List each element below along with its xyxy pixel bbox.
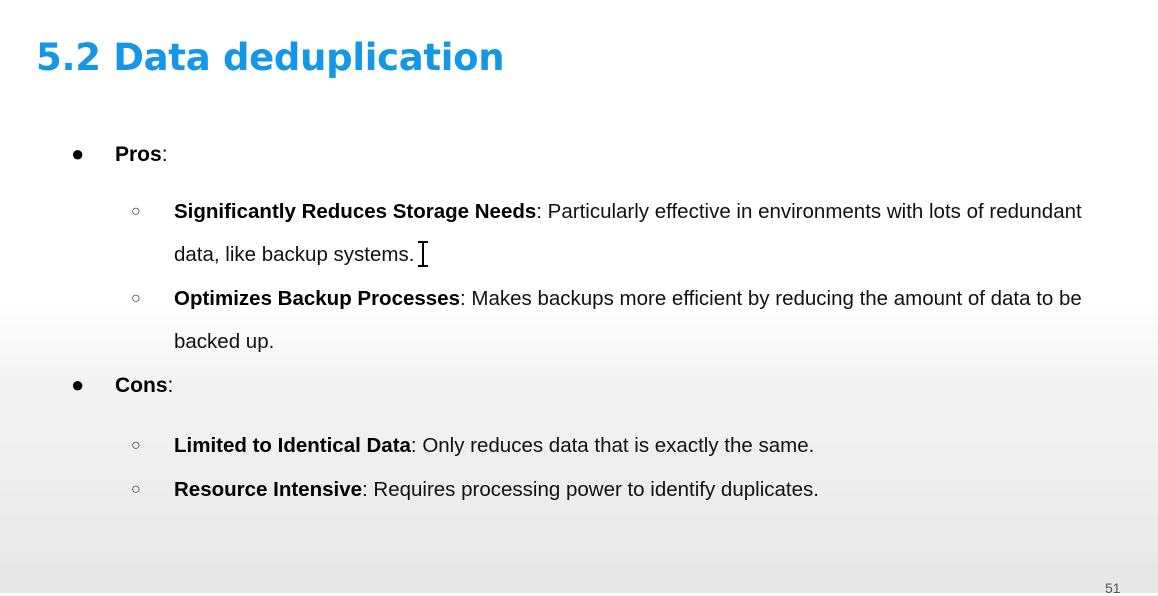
list-item-text: Resource Intensive: Requires processing … (174, 468, 1094, 511)
pros-label-text: Pros (115, 143, 162, 166)
list-item-text: Limited to Identical Data: Only reduces … (174, 424, 1094, 467)
sub-bullet: ○ (131, 437, 141, 454)
pros-label: Pros: (115, 143, 168, 167)
item-term: Limited to Identical Data (174, 434, 411, 457)
pros-label-colon: : (161, 143, 168, 166)
list-item-text: Significantly Reduces Storage Needs: Par… (174, 190, 1094, 276)
item-term: Resource Intensive (174, 478, 362, 501)
cons-label: Cons: (115, 374, 173, 398)
bullet-pros: ● (71, 141, 85, 166)
bullet-cons: ● (71, 372, 85, 397)
item-description: : Requires processing power to identify … (362, 478, 819, 501)
slide-title: 5.2 Data deduplication (36, 36, 505, 79)
page-number: 51 (1105, 580, 1121, 596)
text-cursor-icon (416, 239, 430, 267)
item-term: Optimizes Backup Processes (174, 287, 460, 310)
item-term: Significantly Reduces Storage Needs (174, 200, 537, 223)
item-description: : Only reduces data that is exactly the … (410, 434, 815, 457)
sub-bullet: ○ (131, 203, 141, 220)
list-item-text: Optimizes Backup Processes: Makes backup… (174, 277, 1094, 363)
cons-label-colon: : (167, 374, 174, 397)
cons-label-text: Cons (115, 374, 168, 397)
sub-bullet: ○ (131, 290, 141, 307)
sub-bullet: ○ (131, 481, 141, 498)
